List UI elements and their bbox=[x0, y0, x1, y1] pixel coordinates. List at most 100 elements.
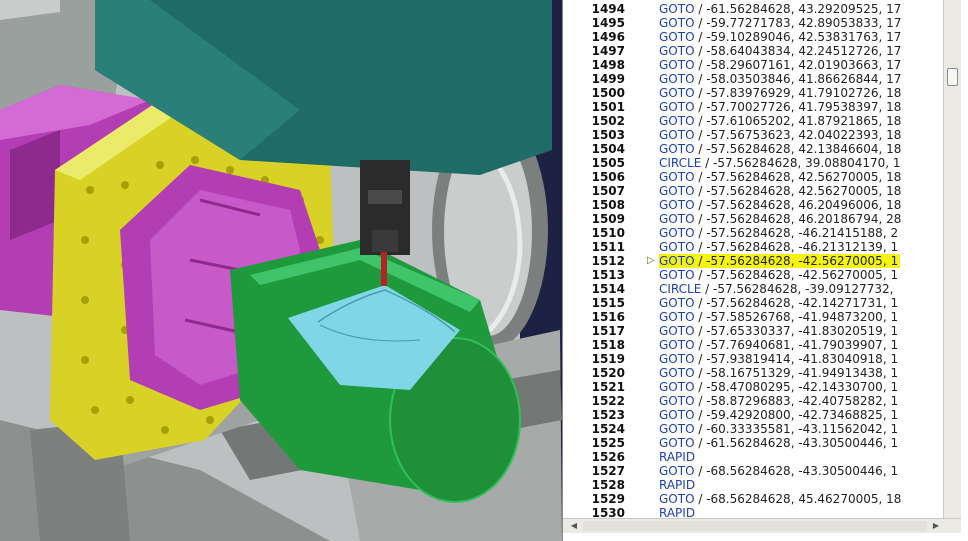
command-arguments: / -58.87296883, -42.40758282, 1 bbox=[694, 394, 899, 408]
line-number: 1509 bbox=[591, 212, 625, 226]
vertical-scroll-thumb[interactable] bbox=[947, 68, 958, 86]
command-keyword: RAPID bbox=[659, 450, 696, 464]
line-number: 1519 bbox=[591, 352, 625, 366]
code-line[interactable]: 1496 GOTO / -59.10289046, 42.53831763, 17 bbox=[563, 30, 943, 44]
command-arguments: / -57.56284628, -46.21312139, 1 bbox=[694, 240, 899, 254]
command-keyword: GOTO bbox=[659, 366, 695, 380]
command-keyword: GOTO bbox=[659, 142, 695, 156]
code-statement: GOTO / -61.56284628, 43.29209525, 17 bbox=[659, 2, 901, 16]
tool-holder-band bbox=[368, 190, 402, 204]
code-line[interactable]: 1520 GOTO / -58.16751329, -41.94913438, 1 bbox=[563, 366, 943, 380]
code-statement: GOTO / -57.56284628, 42.56270005, 18 bbox=[659, 170, 901, 184]
code-line[interactable]: 1512 ▷ GOTO / -57.56284628, -42.56270005, … bbox=[563, 254, 943, 268]
command-keyword: GOTO bbox=[659, 324, 695, 338]
code-line[interactable]: 1495 GOTO / -59.77271783, 42.89053833, 17 bbox=[563, 16, 943, 30]
command-keyword: RAPID bbox=[659, 478, 696, 492]
command-keyword: GOTO bbox=[659, 436, 695, 450]
code-line[interactable]: 1521 GOTO / -58.47080295, -42.14330700, 1 bbox=[563, 380, 943, 394]
line-number: 1529 bbox=[591, 492, 625, 506]
nc-code-listing-panel[interactable]: 1494 GOTO / -61.56284628, 43.29209525, 17… bbox=[562, 0, 968, 541]
code-line[interactable]: 1516 GOTO / -57.58526768, -41.94873200, 1 bbox=[563, 310, 943, 324]
line-number: 1512 bbox=[591, 254, 625, 268]
command-keyword: GOTO bbox=[659, 114, 695, 128]
code-statement: GOTO / -57.56284628, 46.20186794, 28 bbox=[659, 212, 901, 226]
code-line[interactable]: 1507 GOTO / -57.56284628, 42.56270005, 18 bbox=[563, 184, 943, 198]
line-number: 1526 bbox=[591, 450, 625, 464]
line-number: 1524 bbox=[591, 422, 625, 436]
code-line[interactable]: 1524 GOTO / -60.33335581, -43.11562042, 1 bbox=[563, 422, 943, 436]
code-line[interactable]: 1498 GOTO / -58.29607161, 42.01903663, 17 bbox=[563, 58, 943, 72]
code-line[interactable]: 1528 RAPID bbox=[563, 478, 943, 492]
line-number: 1504 bbox=[591, 142, 625, 156]
code-statement: GOTO / -60.33335581, -43.11562042, 1 bbox=[659, 422, 898, 436]
code-line[interactable]: 1511 GOTO / -57.56284628, -46.21312139, 1 bbox=[563, 240, 943, 254]
machine-scene[interactable] bbox=[0, 0, 562, 541]
code-statement: GOTO / -57.56284628, 42.56270005, 18 bbox=[659, 184, 901, 198]
code-line[interactable]: 1519 GOTO / -57.93819414, -41.83040918, 1 bbox=[563, 352, 943, 366]
command-arguments: / -58.29607161, 42.01903663, 17 bbox=[694, 58, 902, 72]
code-line[interactable]: 1500 GOTO / -57.83976929, 41.79102726, 18 bbox=[563, 86, 943, 100]
code-statement: GOTO / -57.56284628, -42.56270005, 1 bbox=[659, 268, 898, 282]
code-line[interactable]: 1529 GOTO / -68.56284628, 45.46270005, 18 bbox=[563, 492, 943, 506]
code-line[interactable]: 1499 GOTO / -58.03503846, 41.86626844, 17 bbox=[563, 72, 943, 86]
code-line[interactable]: 1494 GOTO / -61.56284628, 43.29209525, 17 bbox=[563, 2, 943, 16]
command-arguments: / -57.56284628, 42.56270005, 18 bbox=[694, 184, 902, 198]
code-line[interactable]: 1522 GOTO / -58.87296883, -42.40758282, 1 bbox=[563, 394, 943, 408]
command-arguments: / -60.33335581, -43.11562042, 1 bbox=[694, 422, 899, 436]
code-line[interactable]: 1503 GOTO / -57.56753623, 42.04022393, 18 bbox=[563, 128, 943, 142]
code-line[interactable]: 1514 CIRCLE / -57.56284628, -39.09127732, bbox=[563, 282, 943, 296]
code-line[interactable]: 1501 GOTO / -57.70027726, 41.79538397, 18 bbox=[563, 100, 943, 114]
command-keyword: GOTO bbox=[659, 310, 695, 324]
line-number: 1507 bbox=[591, 184, 625, 198]
horizontal-scrollbar[interactable]: ◀ ▶ bbox=[563, 518, 961, 533]
command-keyword: GOTO bbox=[659, 338, 695, 352]
code-line[interactable]: 1504 GOTO / -57.56284628, 42.13846604, 18 bbox=[563, 142, 943, 156]
code-line[interactable]: 1508 GOTO / -57.56284628, 46.20496006, 18 bbox=[563, 198, 943, 212]
code-line[interactable]: 1510 GOTO / -57.56284628, -46.21415188, 2 bbox=[563, 226, 943, 240]
triangle-right-icon[interactable]: ▶ bbox=[929, 520, 943, 532]
code-lines[interactable]: 1494 GOTO / -61.56284628, 43.29209525, 17… bbox=[563, 2, 943, 518]
command-arguments: / -58.16751329, -41.94913438, 1 bbox=[694, 366, 899, 380]
command-keyword: GOTO bbox=[659, 44, 695, 58]
command-arguments: / -57.56284628, -42.56270005, 1 bbox=[694, 268, 899, 282]
code-line[interactable]: 1513 GOTO / -57.56284628, -42.56270005, 1 bbox=[563, 268, 943, 282]
code-line[interactable]: 1526 RAPID bbox=[563, 450, 943, 464]
code-line[interactable]: 1523 GOTO / -59.42920800, -42.73468825, 1 bbox=[563, 408, 943, 422]
code-line[interactable]: 1502 GOTO / -57.61065202, 41.87921865, 18 bbox=[563, 114, 943, 128]
code-line[interactable]: 1525 GOTO / -61.56284628, -43.30500446, 1 bbox=[563, 436, 943, 450]
code-statement: GOTO / -58.87296883, -42.40758282, 1 bbox=[659, 394, 898, 408]
code-line[interactable]: 1509 GOTO / -57.56284628, 46.20186794, 28 bbox=[563, 212, 943, 226]
command-arguments: / -57.76940681, -41.79039907, 1 bbox=[694, 338, 899, 352]
code-statement: GOTO / -57.56753623, 42.04022393, 18 bbox=[659, 128, 901, 142]
line-number: 1494 bbox=[591, 2, 625, 16]
line-number: 1510 bbox=[591, 226, 625, 240]
code-line[interactable]: 1497 GOTO / -58.64043834, 42.24512726, 17 bbox=[563, 44, 943, 58]
code-line[interactable]: 1527 GOTO / -68.56284628, -43.30500446, 1 bbox=[563, 464, 943, 478]
line-number: 1508 bbox=[591, 198, 625, 212]
command-keyword: GOTO bbox=[659, 408, 695, 422]
command-keyword: GOTO bbox=[659, 72, 695, 86]
code-statement: GOTO / -57.56284628, -46.21415188, 2 bbox=[659, 226, 898, 240]
code-line[interactable]: 1517 GOTO / -57.65330337, -41.83020519, 1 bbox=[563, 324, 943, 338]
code-line[interactable]: 1518 GOTO / -57.76940681, -41.79039907, 1 bbox=[563, 338, 943, 352]
code-line[interactable]: 1530 RAPID bbox=[563, 506, 943, 518]
command-arguments: / -57.70027726, 41.79538397, 18 bbox=[694, 100, 902, 114]
command-keyword: GOTO bbox=[659, 380, 695, 394]
horizontal-scroll-track[interactable] bbox=[583, 521, 927, 531]
command-arguments: / -57.56284628, 46.20496006, 18 bbox=[694, 198, 902, 212]
code-statement: GOTO / -57.56284628, -42.14271731, 1 bbox=[659, 296, 898, 310]
code-line[interactable]: 1515 GOTO / -57.56284628, -42.14271731, 1 bbox=[563, 296, 943, 310]
play-outline-icon: ▷ bbox=[647, 255, 655, 266]
code-statement: GOTO / -57.58526768, -41.94873200, 1 bbox=[659, 310, 898, 324]
command-arguments: / -58.64043834, 42.24512726, 17 bbox=[694, 44, 902, 58]
command-keyword: GOTO bbox=[659, 226, 695, 240]
command-keyword: GOTO bbox=[659, 58, 695, 72]
code-line[interactable]: 1506 GOTO / -57.56284628, 42.56270005, 18 bbox=[563, 170, 943, 184]
machine-3d-viewport[interactable] bbox=[0, 0, 562, 541]
cutting-tool bbox=[381, 252, 387, 286]
triangle-left-icon[interactable]: ◀ bbox=[567, 520, 581, 532]
command-keyword: CIRCLE bbox=[659, 282, 702, 296]
line-number: 1525 bbox=[591, 436, 625, 450]
code-line[interactable]: 1505 CIRCLE / -57.56284628, 39.08804170, … bbox=[563, 156, 943, 170]
vertical-scrollbar[interactable] bbox=[943, 0, 961, 518]
